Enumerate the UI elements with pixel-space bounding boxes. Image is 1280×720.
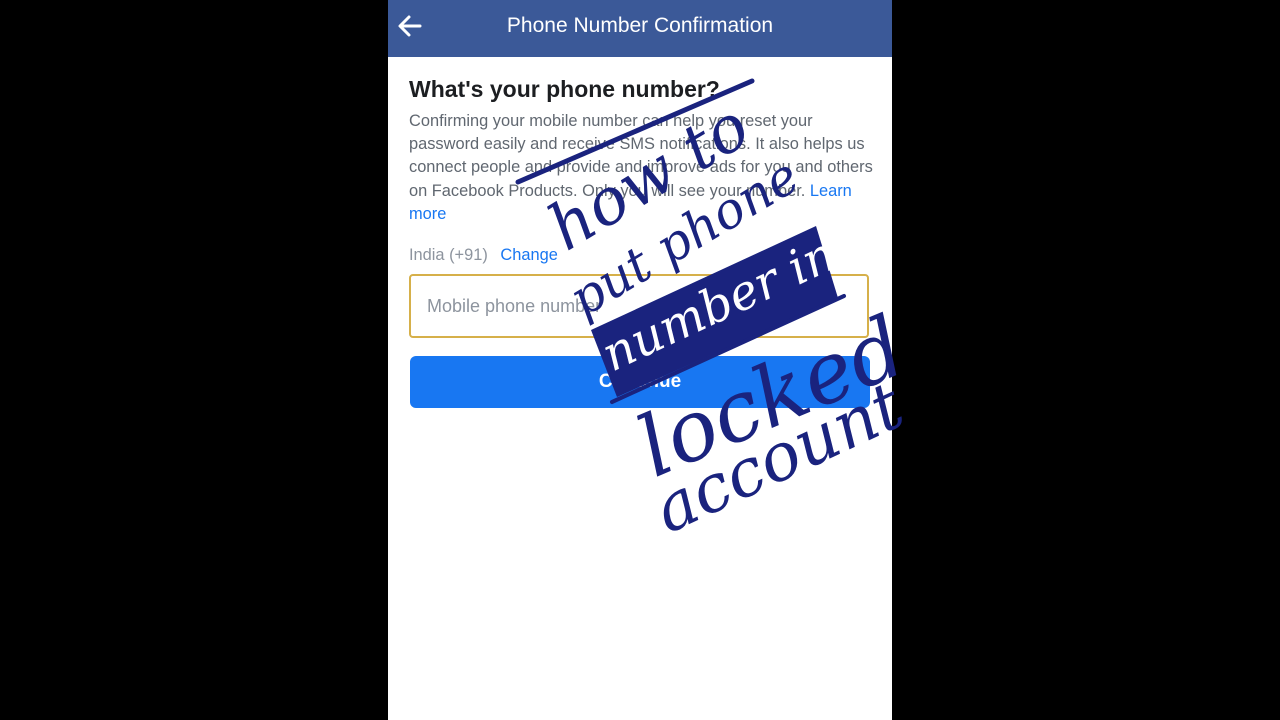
top-bar: Phone Number Confirmation xyxy=(388,0,892,57)
country-code: India (+91) xyxy=(409,246,488,264)
phone-number-input[interactable] xyxy=(409,274,869,338)
description-body: Confirming your mobile number can help y… xyxy=(409,112,873,200)
section-heading: What's your phone number? xyxy=(409,76,720,102)
change-country-link[interactable]: Change xyxy=(500,246,557,264)
country-row: India (+91) Change xyxy=(409,244,558,266)
video-frame: Phone Number Confirmation What's your ph… xyxy=(0,0,1280,720)
description-text: Confirming your mobile number can help y… xyxy=(409,110,879,226)
phone-screen: Phone Number Confirmation What's your ph… xyxy=(388,0,892,720)
page-title: Phone Number Confirmation xyxy=(506,14,774,37)
continue-button[interactable]: Continue xyxy=(410,356,870,408)
